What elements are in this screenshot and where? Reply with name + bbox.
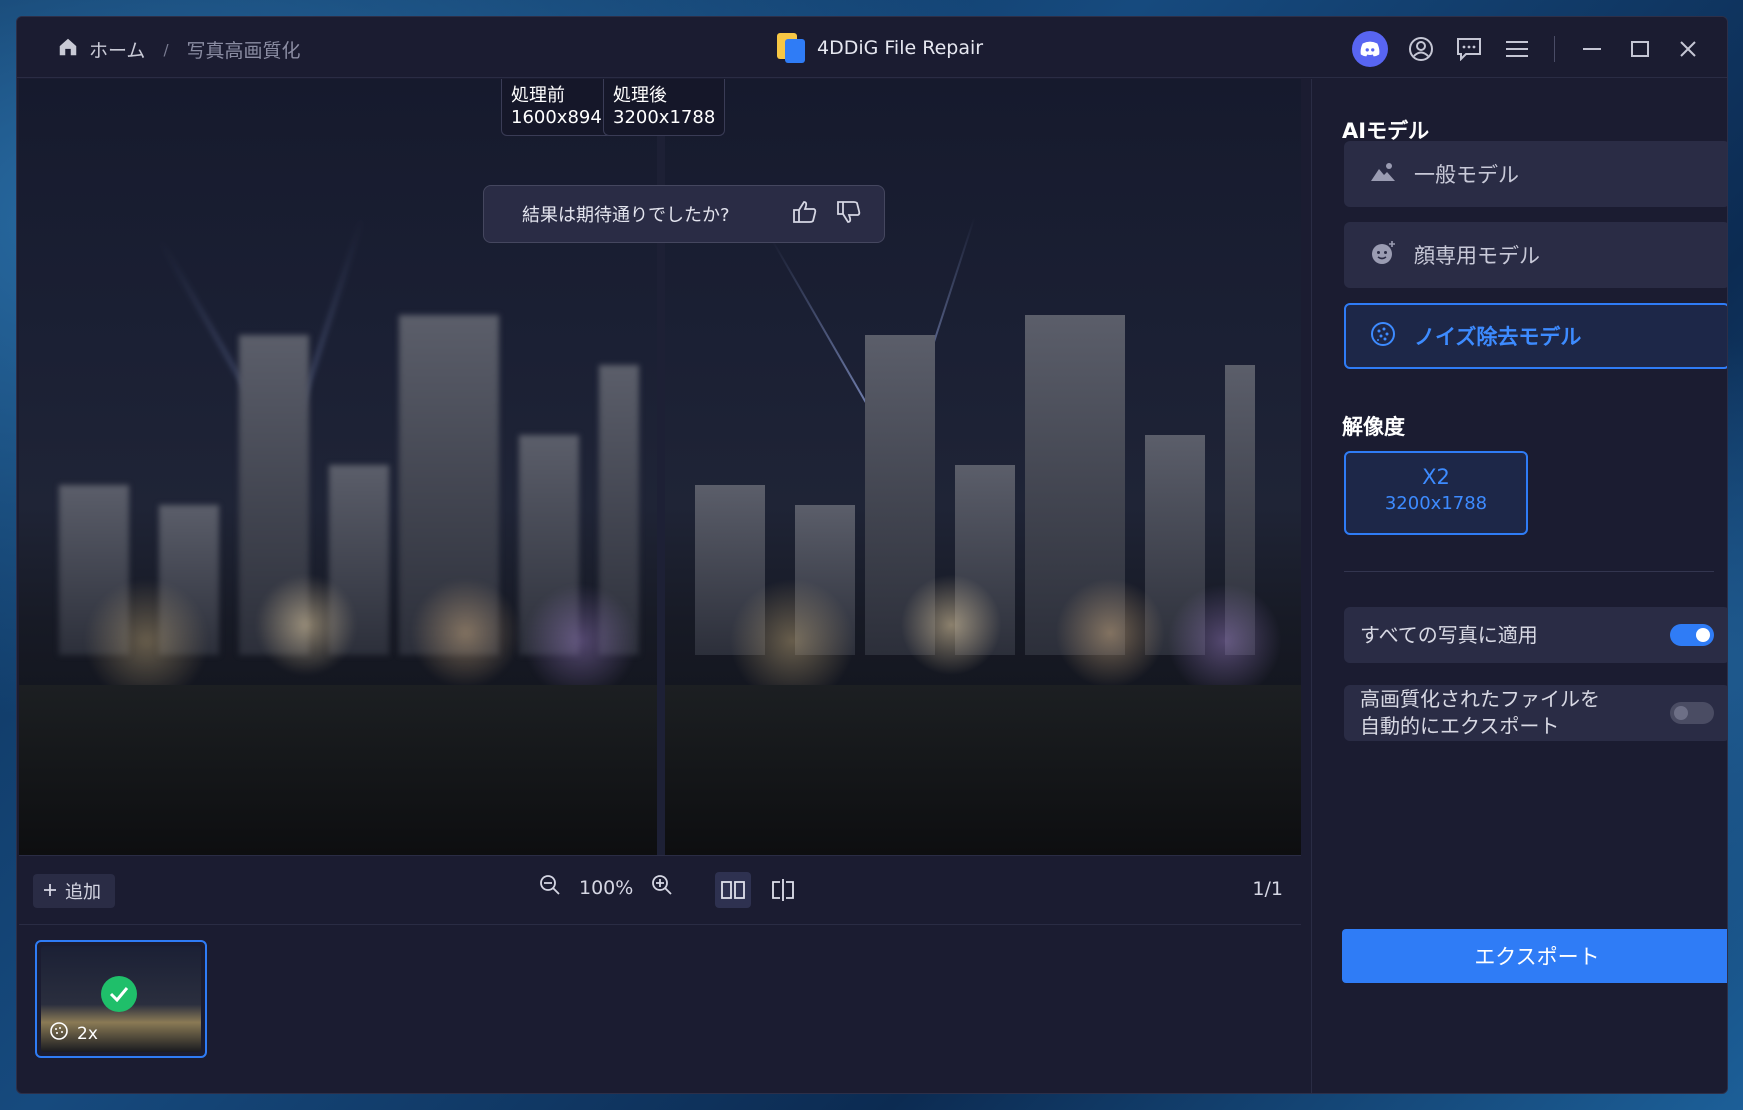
breadcrumb-separator: / [163, 40, 169, 59]
viewer-toolbar: 追加 100% 1/1 [19, 855, 1301, 925]
titlebar-actions [1352, 31, 1703, 67]
model-face-label: 顔専用モデル [1414, 244, 1540, 268]
auto-export-label-line1: 高画質化されたファイルを [1360, 687, 1600, 711]
account-icon[interactable] [1406, 34, 1436, 64]
resolution-title: 解像度 [1342, 415, 1405, 439]
thumbs-up-icon[interactable] [792, 200, 818, 229]
thumbnail-item[interactable]: 2x [35, 940, 207, 1058]
model-denoise-label: ノイズ除去モデル [1414, 325, 1582, 349]
resolution-size: 3200x1788 [1384, 493, 1488, 514]
minimize-icon[interactable] [1577, 34, 1607, 64]
side-by-side-view-icon[interactable] [715, 872, 751, 908]
menu-icon[interactable] [1502, 34, 1532, 64]
after-label: 処理後 3200x1788 [603, 79, 726, 136]
view-mode-toggle [715, 872, 801, 908]
breadcrumb: ホーム / 写真高画質化 [57, 36, 301, 63]
feedback-icon[interactable] [1454, 34, 1484, 64]
comparison-viewer[interactable]: 処理前 1600x894 処理後 3200x1788 結果は期待通りでしたか? [19, 79, 1301, 855]
feedback-popup: 結果は期待通りでしたか? [483, 185, 885, 243]
breadcrumb-home[interactable]: ホーム [89, 36, 145, 63]
apply-all-label: すべての写真に適用 [1360, 622, 1538, 647]
title-bar: ホーム / 写真高画質化 4DDiG File Repair [17, 17, 1727, 78]
thumbnail-badge: 2x [49, 1021, 98, 1046]
model-denoise[interactable]: ノイズ除去モデル [1344, 303, 1727, 369]
apply-all-toggle[interactable] [1670, 624, 1714, 646]
app-title: 4DDiG File Repair [777, 33, 983, 63]
zoom-controls: 100% [539, 874, 673, 901]
add-button[interactable]: 追加 [33, 874, 115, 908]
thumbnail-scale: 2x [77, 1023, 98, 1044]
thumbnail-strip: 2x [19, 926, 1301, 1093]
face-icon [1370, 240, 1396, 271]
check-icon [101, 976, 137, 1012]
export-button[interactable]: エクスポート [1342, 929, 1727, 983]
auto-export-toggle[interactable] [1670, 702, 1714, 724]
breadcrumb-current: 写真高画質化 [186, 40, 301, 62]
app-name: 4DDiG File Repair [817, 37, 984, 59]
titlebar-divider [1554, 36, 1555, 62]
panel-divider [1344, 571, 1714, 572]
model-face[interactable]: 顔専用モデル [1344, 222, 1727, 288]
model-general[interactable]: 一般モデル [1344, 141, 1727, 207]
app-logo-icon [777, 33, 805, 63]
apply-all-option: すべての写真に適用 [1344, 607, 1727, 663]
resolution-option-x2[interactable]: X2 3200x1788 [1344, 451, 1528, 535]
add-button-label: 追加 [65, 882, 101, 903]
feedback-question: 結果は期待通りでしたか? [522, 205, 730, 226]
thumbs-down-icon[interactable] [836, 200, 862, 229]
plus-icon [43, 881, 57, 902]
discord-icon[interactable] [1352, 31, 1388, 67]
zoom-level: 100% [579, 876, 634, 899]
landscape-icon [1370, 161, 1396, 188]
resolution-scale: X2 [1422, 465, 1450, 489]
app-window: ホーム / 写真高画質化 4DDiG File Repair 処理前 1600x… [16, 16, 1728, 1094]
zoom-out-icon[interactable] [539, 874, 561, 901]
auto-export-label-line2: 自動的にエクスポート [1360, 714, 1560, 738]
before-label-title: 処理前 [511, 85, 565, 106]
split-slider-view-icon[interactable] [765, 872, 801, 908]
before-size: 1600x894 [511, 107, 602, 128]
maximize-icon[interactable] [1625, 34, 1655, 64]
before-label: 処理前 1600x894 [501, 79, 612, 136]
model-general-label: 一般モデル [1414, 163, 1519, 187]
denoise-icon [49, 1021, 69, 1046]
after-label-title: 処理後 [613, 85, 667, 106]
settings-panel: AIモデル 一般モデル 顔専用モデル ノイズ除去モデル 解像度 X2 3200x… [1311, 79, 1727, 1093]
home-icon[interactable] [57, 36, 79, 63]
zoom-in-icon[interactable] [651, 874, 673, 901]
close-icon[interactable] [1673, 34, 1703, 64]
thumbnail-image: 2x [41, 946, 201, 1052]
page-counter: 1/1 [1252, 878, 1283, 900]
denoise-icon [1370, 321, 1396, 352]
auto-export-option: 高画質化されたファイルを 自動的にエクスポート [1344, 685, 1727, 741]
after-size: 3200x1788 [613, 107, 716, 128]
